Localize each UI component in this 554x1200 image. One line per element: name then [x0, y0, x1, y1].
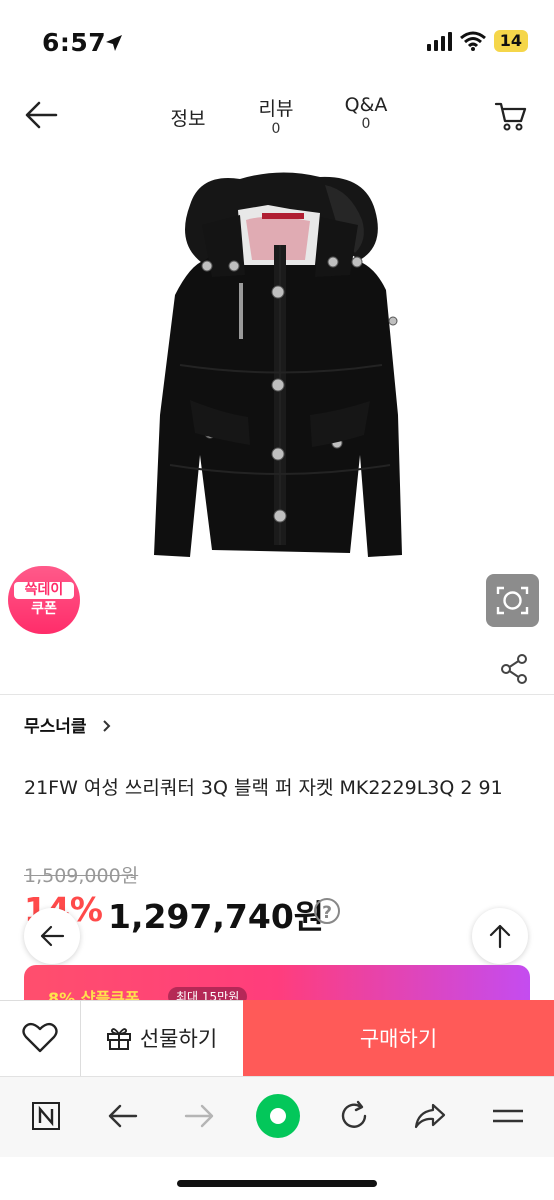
signal-icon	[426, 31, 452, 51]
like-button[interactable]	[0, 1000, 81, 1076]
location-arrow-icon	[106, 35, 122, 51]
buy-label: 구매하기	[359, 1027, 438, 1051]
forward-share-button[interactable]	[408, 1094, 452, 1138]
tab-qna-count: 0	[361, 116, 371, 132]
menu-icon	[493, 1109, 523, 1123]
status-indicators: 14	[426, 30, 528, 52]
share-forward-icon	[414, 1103, 446, 1129]
browser-forward-button[interactable]	[178, 1094, 222, 1138]
naver-home-button[interactable]	[24, 1094, 68, 1138]
tab-review-label: 리뷰	[258, 98, 294, 120]
scroll-top-button[interactable]	[472, 908, 528, 964]
price-help-icon[interactable]: ?	[314, 898, 340, 924]
up-arrow-icon	[489, 924, 511, 949]
gift-button[interactable]: 선물하기	[80, 1000, 243, 1076]
tab-info[interactable]: 정보	[164, 104, 212, 131]
battery-level: 14	[493, 30, 528, 52]
browser-forward-icon	[184, 1104, 214, 1128]
wifi-icon	[459, 31, 486, 51]
browser-back-icon	[108, 1104, 138, 1128]
gift-icon	[106, 1028, 131, 1050]
tab-qna-label: Q&A	[344, 94, 388, 116]
gift-label: 선물하기	[139, 1027, 218, 1051]
badge-line2: 쿠폰	[31, 601, 57, 617]
menu-button[interactable]	[486, 1094, 530, 1138]
share-icon[interactable]	[500, 654, 528, 684]
left-arrow-icon	[40, 925, 65, 947]
chevron-right-icon	[103, 720, 111, 732]
brand-link[interactable]: 무스너클	[24, 712, 114, 737]
tab-info-label: 정보	[170, 108, 206, 130]
tab-review[interactable]: 리뷰 0	[250, 94, 302, 137]
back-arrow-icon[interactable]	[24, 100, 58, 130]
sale-day-coupon-badge[interactable]: 쓱데이 쿠폰	[8, 566, 80, 634]
browser-back-button[interactable]	[100, 1094, 144, 1138]
tab-review-count: 0	[271, 121, 281, 137]
status-time: 6:57	[42, 28, 107, 57]
badge-line1: 쓱데이	[14, 582, 74, 599]
original-price: 1,509,000원	[24, 865, 139, 887]
product-image[interactable]	[150, 165, 410, 560]
brand-name: 무스너클	[24, 717, 87, 737]
sale-price: 1,297,740원	[108, 897, 325, 936]
back-float-button[interactable]	[24, 908, 80, 964]
camera-icon	[496, 586, 529, 615]
green-dot-button[interactable]	[254, 1092, 302, 1140]
reload-button[interactable]	[332, 1094, 376, 1138]
buy-button[interactable]: 구매하기	[243, 1000, 554, 1076]
reload-icon	[341, 1100, 367, 1128]
heart-icon	[22, 1022, 58, 1053]
product-title: 21FW 여성 쓰리쿼터 3Q 블랙 퍼 자켓 MK2229L3Q 2 91	[24, 777, 503, 799]
green-dot-icon	[256, 1094, 300, 1138]
image-search-button[interactable]	[486, 574, 539, 627]
naver-n-icon	[32, 1102, 60, 1130]
home-indicator	[177, 1180, 377, 1187]
tab-qna[interactable]: Q&A 0	[336, 94, 396, 132]
cart-icon[interactable]	[494, 100, 528, 132]
section-divider	[0, 694, 554, 695]
